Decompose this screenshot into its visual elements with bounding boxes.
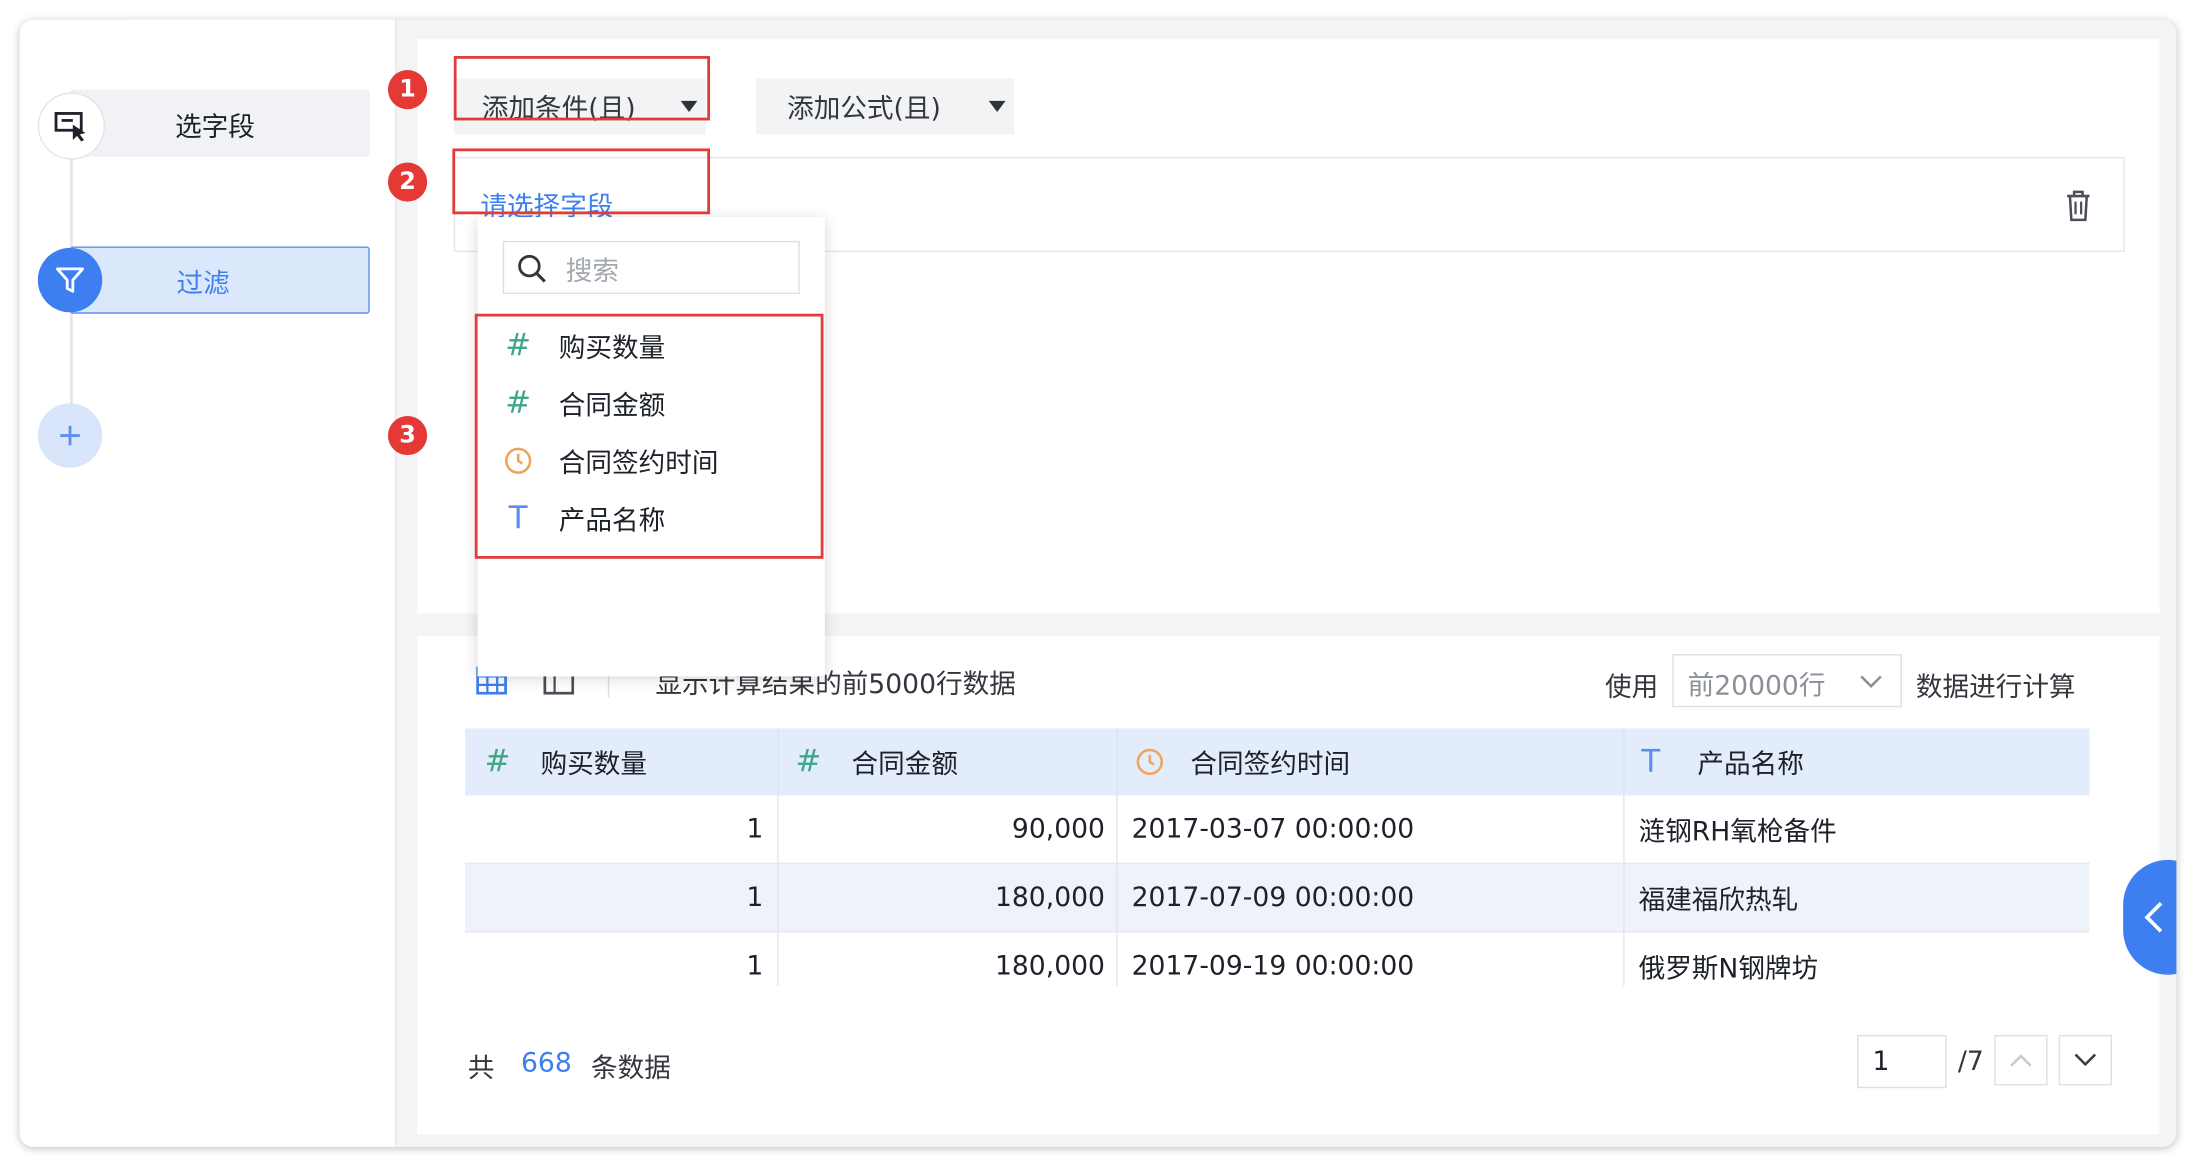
total-prefix: 共 <box>467 1053 495 1084</box>
column-header-label: 合同金额 <box>851 748 958 780</box>
column-header-label: 合同签约时间 <box>1190 748 1351 780</box>
highlight-field-list <box>474 313 824 559</box>
chevron-left-icon <box>2144 902 2163 933</box>
table-cell: 180,000 <box>779 932 1118 986</box>
rows-select[interactable]: 前20000行 <box>1672 654 1902 708</box>
highlight-add-condition <box>453 56 711 121</box>
step-badge-2: 2 <box>387 162 428 202</box>
step-badge-3: 3 <box>387 415 428 456</box>
table-cell: 福建福欣热轧 <box>1638 884 1799 916</box>
table-cell: 180,000 <box>779 864 1118 932</box>
column-header-label: 产品名称 <box>1697 748 1804 780</box>
chevron-down-icon <box>1860 675 1882 689</box>
add-formula-caret-icon[interactable] <box>988 100 1006 113</box>
step-select-fields-label: 选字段 <box>175 112 255 143</box>
table-cell: 1 <box>465 864 779 932</box>
trash-icon[interactable] <box>2063 189 2094 223</box>
use-label: 使用 <box>1604 672 1659 704</box>
total-count: 668 <box>520 1047 572 1079</box>
plus-icon <box>60 425 80 446</box>
data-table: # 购买数量 # 合同金额 合同签约时间 T 产品名称 1 90,000 201… <box>464 728 2090 986</box>
chevron-up-icon <box>2010 1054 2032 1067</box>
column-header-label: 购买数量 <box>540 748 648 780</box>
step-select-fields[interactable]: 选字段 <box>70 89 370 157</box>
add-formula-button[interactable]: 添加公式(且) <box>756 78 1014 135</box>
table-row[interactable]: 1 180,000 2017-07-09 00:00:00 福建福欣热轧 <box>464 864 2090 933</box>
search-icon <box>518 254 546 283</box>
table-row[interactable]: 1 180,000 2017-09-19 00:00:00 俄罗斯N钢牌坊 <box>464 932 2090 986</box>
table-cell: 90,000 <box>779 795 1118 863</box>
add-formula-label: 添加公式(且) <box>787 93 941 124</box>
column-header[interactable]: 合同签约时间 <box>1118 728 1625 796</box>
number-icon: # <box>484 744 511 780</box>
search-input[interactable]: 搜索 <box>566 251 619 289</box>
app-window: 选字段 过滤 添加条件(且) 添加公式(且) 请选择字段 显示计算结果的前500… <box>19 19 2177 1148</box>
highlight-field-select <box>452 148 711 215</box>
table-cell: 2017-07-09 00:00:00 <box>1118 864 1625 932</box>
page-input-value: 1 <box>1872 1046 1890 1077</box>
table-cell: 1 <box>465 932 779 986</box>
clock-icon <box>1136 748 1163 776</box>
field-search-box[interactable]: 搜索 <box>502 240 800 295</box>
calc-label: 数据进行计算 <box>1915 672 2076 704</box>
step-filter-label: 过滤 <box>176 268 230 300</box>
table-row[interactable]: 1 90,000 2017-03-07 00:00:00 涟钢RH氧枪备件 <box>464 795 2090 865</box>
page-up-button[interactable] <box>1994 1034 2048 1086</box>
table-header: # 购买数量 # 合同金额 合同签约时间 T 产品名称 <box>464 728 2090 796</box>
step-sidebar: 选字段 过滤 <box>19 19 397 1148</box>
column-header[interactable]: # 合同金额 <box>779 728 1118 796</box>
total-suffix: 条数据 <box>591 1053 671 1084</box>
data-preview-panel: 显示计算结果的前5000行数据 使用 前20000行 数据进行计算 # 购买数量… <box>417 635 2160 1135</box>
table-cell: 涟钢RH氧枪备件 <box>1638 815 1837 847</box>
filter-icon <box>37 247 103 313</box>
table-cell: 2017-09-19 00:00:00 <box>1118 932 1625 986</box>
table-cell: 俄罗斯N钢牌坊 <box>1638 953 1819 984</box>
column-header[interactable]: # 购买数量 <box>465 728 779 796</box>
column-header[interactable]: T 产品名称 <box>1625 728 2090 795</box>
table-cell: 1 <box>465 795 779 863</box>
number-icon: # <box>795 744 822 780</box>
text-type-icon: T <box>1641 744 1661 780</box>
table-cell: 2017-03-07 00:00:00 <box>1118 795 1625 863</box>
step-badge-1: 1 <box>387 70 428 110</box>
rows-select-value: 前20000行 <box>1687 670 1826 702</box>
add-step-button[interactable] <box>37 403 103 468</box>
page-input[interactable]: 1 <box>1857 1034 1947 1089</box>
step-filter[interactable]: 过滤 <box>70 246 370 314</box>
page-down-button[interactable] <box>2058 1034 2112 1086</box>
page-total: /7 <box>1957 1046 1984 1077</box>
chevron-down-icon <box>2074 1053 2097 1067</box>
select-field-icon <box>37 92 106 160</box>
